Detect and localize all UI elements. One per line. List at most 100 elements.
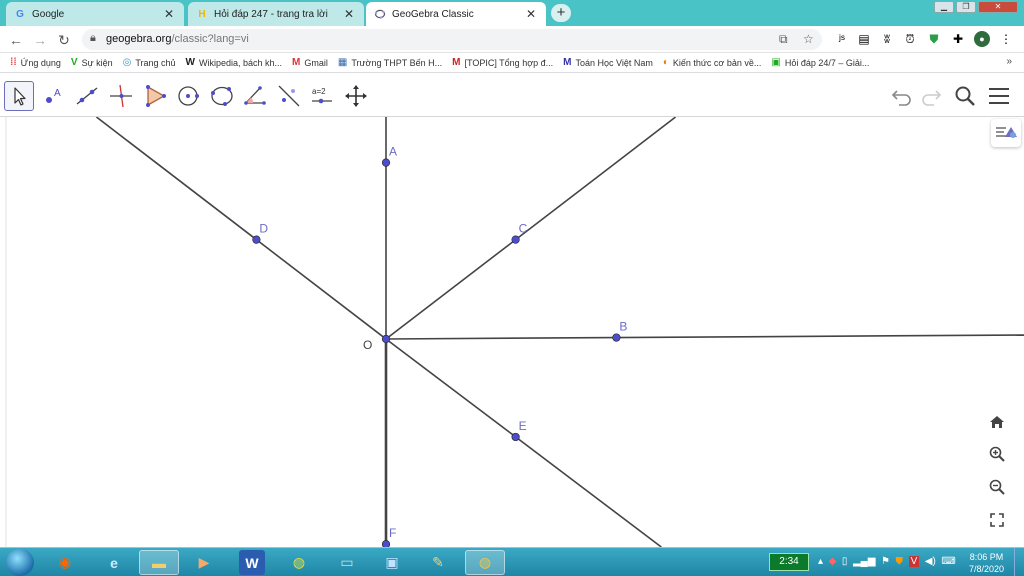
close-icon[interactable]: ✕ <box>162 7 176 21</box>
v-tray-icon[interactable]: V <box>908 556 920 567</box>
geometry-canvas[interactable]: A C D B E F O <box>0 117 1024 547</box>
minimize-icon[interactable]: ▁ <box>934 1 954 13</box>
ray-od[interactable] <box>95 117 387 340</box>
taskbar-clock[interactable]: 8:06 PM 7/8/2020 <box>969 551 1004 575</box>
extension-calendar-icon[interactable]: ▤ <box>856 31 872 47</box>
bookmark-item[interactable]: ◎ Trang chủ <box>123 57 176 68</box>
windows-start-icon[interactable] <box>6 549 34 576</box>
bookmarks-overflow-icon[interactable]: » <box>1006 56 1012 67</box>
point-o[interactable] <box>381 334 391 344</box>
bookmark-item[interactable]: ▣ Hỏi đáp 24/7 – Giải... <box>771 57 869 68</box>
tab-hoidap247[interactable]: H Hỏi đáp 247 - trang tra lời ✕ <box>188 2 364 26</box>
restore-icon[interactable]: ❐ <box>956 1 976 13</box>
file-explorer-icon[interactable]: ▬ <box>139 550 179 575</box>
extensions-puzzle-icon[interactable]: ✚ <box>950 31 966 47</box>
paint-icon[interactable]: ✎ <box>418 550 458 575</box>
chrome-icon[interactable]: ◍ <box>279 550 319 575</box>
point-label-b: B <box>619 320 627 334</box>
address-bar[interactable]: 🔒︎ geogebra.org/classic?lang=vi ⧉ ☆ <box>82 29 822 50</box>
extension-w-icon[interactable]: ʬ <box>879 31 895 47</box>
search-icon[interactable] <box>952 83 978 109</box>
new-tab-button[interactable]: + <box>551 4 571 22</box>
media-player-icon[interactable]: ▶ <box>184 550 224 575</box>
flag-icon[interactable]: ⚑ <box>881 556 890 567</box>
bookmark-item[interactable]: M Gmail <box>292 57 328 68</box>
ray-ob[interactable] <box>385 334 1024 340</box>
tray-expand-icon[interactable]: ▴ <box>818 556 823 567</box>
main-menu-icon[interactable] <box>986 83 1012 109</box>
point-tool-icon[interactable]: A <box>38 81 68 111</box>
bookmark-label: Wikipedia, bách kh... <box>199 57 283 68</box>
fullscreen-icon[interactable] <box>984 507 1010 533</box>
point-e[interactable] <box>511 432 520 442</box>
ray-oe[interactable] <box>385 338 662 547</box>
slider-tool-icon[interactable]: a=2 <box>307 81 337 111</box>
graphics-view[interactable]: A C D B E F O <box>0 117 1024 547</box>
tab-google[interactable]: G Google ✕ <box>6 2 184 26</box>
extension-alarm-icon[interactable]: ⏰︎ <box>902 31 918 47</box>
point-f[interactable] <box>381 540 391 547</box>
volume-icon[interactable]: ◀) <box>925 556 936 567</box>
signal-icon[interactable]: ▂▄▆ <box>853 556 875 567</box>
bookmark-label: [TOPIC] Tổng hợp đ... <box>464 57 554 68</box>
move-graphics-tool-icon[interactable] <box>341 81 371 111</box>
firefox-icon[interactable]: ◉ <box>45 550 85 575</box>
perpendicular-tool-icon[interactable] <box>106 81 136 111</box>
word-icon[interactable]: W <box>239 550 265 575</box>
bookmark-item[interactable]: M [TOPIC] Tổng hợp đ... <box>452 57 553 68</box>
bookmark-item[interactable]: ⁞⁞ Ứng dụng <box>10 57 61 68</box>
zoom-out-icon[interactable] <box>984 474 1010 500</box>
home-view-icon[interactable] <box>984 409 1010 435</box>
bookmark-item[interactable]: ▦ Trường THPT Bến H... <box>338 57 442 68</box>
reload-icon[interactable]: ↻ <box>54 30 74 50</box>
ray-oc[interactable] <box>385 117 677 340</box>
reflect-tool-icon[interactable] <box>274 81 304 111</box>
back-icon[interactable]: ← <box>6 30 26 50</box>
line-tool-icon[interactable] <box>72 81 102 111</box>
angle-tool-icon[interactable] <box>240 81 270 111</box>
battery-icon[interactable]: ▯ <box>842 556 848 567</box>
network-app-icon[interactable]: ▣ <box>372 550 412 575</box>
extension-js-icon[interactable]: ʲˢ <box>834 31 850 47</box>
window-close-icon[interactable]: ✕ <box>978 1 1018 13</box>
point-label-d: D <box>259 222 268 236</box>
tab-geogebra[interactable]: GeoGebra Classic ✕ <box>366 2 546 26</box>
redo-icon[interactable] <box>918 83 944 109</box>
tray-app-icon[interactable]: ◆ <box>829 556 837 567</box>
browser-toolbar: ← → ↻ 🔒︎ geogebra.org/classic?lang=vi ⧉ … <box>0 26 1024 53</box>
timer-badge[interactable]: 2:34 <box>769 553 809 571</box>
shield-tray-icon[interactable]: ⛊ <box>896 556 904 567</box>
bookmark-label: Trang chủ <box>135 57 176 68</box>
bookmark-item[interactable]: V Sự kiện <box>71 57 113 68</box>
hoidap-favicon-icon: H <box>198 8 206 20</box>
bookmark-item[interactable]: W Wikipedia, bách kh... <box>186 57 283 68</box>
extension-shield-icon[interactable]: ⛊ <box>926 31 942 47</box>
bookmark-star-icon[interactable]: ☆ <box>803 32 814 46</box>
bookmark-item[interactable]: M Toán Học Việt Nam <box>563 57 653 68</box>
bookmark-label: Kiến thức cơ bản về... <box>672 57 762 68</box>
close-icon[interactable]: ✕ <box>524 7 538 21</box>
translate-icon[interactable]: ⧉ <box>779 32 788 47</box>
style-bar-toggle[interactable] <box>991 119 1021 147</box>
window-controls: ▁ ❐ ✕ <box>934 1 1018 13</box>
move-tool-icon[interactable] <box>4 81 34 111</box>
scanner-icon[interactable]: ▭ <box>327 550 367 575</box>
close-icon[interactable]: ✕ <box>342 7 356 21</box>
undo-icon[interactable] <box>889 83 915 109</box>
bookmark-item[interactable]: ◐ Kiến thức cơ bản về... <box>663 57 762 68</box>
zoom-in-icon[interactable] <box>984 441 1010 467</box>
circle-three-points-tool-icon[interactable] <box>207 81 237 111</box>
point-a[interactable] <box>381 158 391 167</box>
point-d[interactable] <box>252 235 261 244</box>
point-c[interactable] <box>511 235 520 244</box>
keyboard-icon[interactable]: ⌨ <box>941 556 955 567</box>
polygon-tool-icon[interactable] <box>140 81 170 111</box>
point-b[interactable] <box>612 333 621 342</box>
chrome-active-icon[interactable]: ◍ <box>465 550 505 575</box>
chrome-menu-icon[interactable]: ⋮ <box>998 31 1014 47</box>
circle-center-tool-icon[interactable] <box>173 81 203 111</box>
internet-explorer-icon[interactable]: e <box>94 550 134 575</box>
forward-icon[interactable]: → <box>30 30 50 50</box>
show-desktop-button[interactable] <box>1014 548 1024 576</box>
profile-avatar[interactable]: ● <box>974 31 990 47</box>
